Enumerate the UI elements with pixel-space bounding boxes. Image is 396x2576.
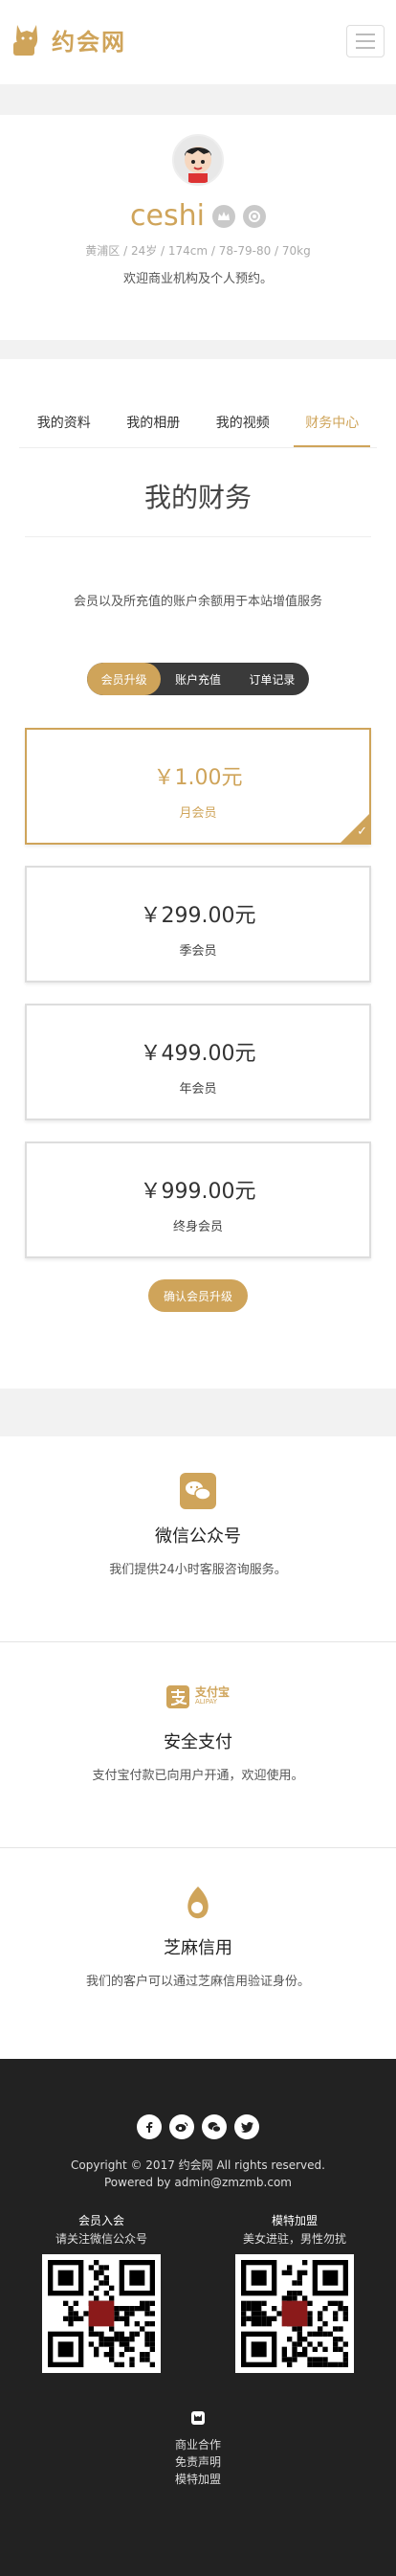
- wechat-icon[interactable]: [202, 2114, 227, 2139]
- qr-code-image: [42, 2254, 161, 2373]
- qr-title: 模特加盟: [271, 2214, 318, 2227]
- alipay-icon: 支付宝 ALIPAY: [160, 1679, 236, 1715]
- plan-price: ￥499.00元: [140, 1042, 256, 1066]
- plan-label: 月会员: [179, 806, 217, 821]
- feature-title: 微信公众号: [155, 1526, 241, 1547]
- qr-model: 模特加盟 美女进驻，男性勿扰: [235, 2212, 354, 2373]
- divider: [25, 536, 371, 537]
- top-bar: 约会网: [0, 0, 396, 84]
- copyright-text: Copyright © 2017 约会网 All rights reserved…: [71, 2158, 325, 2172]
- qr-member: 会员入会 请关注微信公众号: [42, 2212, 161, 2373]
- plan-price: ￥1.00元: [153, 766, 243, 790]
- plan-list: ￥1.00元 月会员 ✓ ￥299.00元 季会员 ￥499.00元 年会员 ￥…: [0, 728, 396, 1258]
- features-section: 微信公众号 我们提供24小时客服咨询服务。 支付宝 ALIPAY 安全支付 支付…: [0, 1436, 396, 2059]
- footer-links: 商业合作 免责声明 模特加盟: [0, 2436, 396, 2488]
- avatar[interactable]: [172, 134, 224, 186]
- cat-logo-icon: [11, 21, 44, 57]
- finance-description: 会员以及所充值的账户余额用于本站增值服务: [73, 595, 322, 609]
- tab-profile[interactable]: 我的资料: [26, 413, 102, 447]
- profile-card: ceshi 黄浦区 / 24岁 / 174cm / 78-79-80 / 70k…: [0, 115, 396, 340]
- qr-subtitle: 请关注微信公众号: [55, 2232, 147, 2246]
- check-icon: ✓: [357, 825, 367, 839]
- site-logo[interactable]: 约会网: [11, 21, 126, 57]
- hamburger-menu-button[interactable]: [346, 25, 385, 57]
- plan-label: 年会员: [179, 1082, 217, 1096]
- footer-logo-icon: [189, 2409, 207, 2427]
- alipay-brand: 支付宝: [194, 1685, 230, 1699]
- weibo-icon[interactable]: [169, 2114, 194, 2139]
- qr-codes: 会员入会 请关注微信公众号 模特加盟 美女进驻，男性勿扰: [0, 2212, 396, 2373]
- feature-desc: 支付宝付款已向用户开通，欢迎使用。: [92, 1769, 304, 1783]
- feature-payment: 支付宝 ALIPAY 安全支付 支付宝付款已向用户开通，欢迎使用。: [0, 1642, 396, 1848]
- crown-icon: [211, 204, 235, 228]
- page-title: 我的财务: [143, 482, 252, 513]
- feature-desc: 我们提供24小时客服咨询服务。: [109, 1563, 287, 1577]
- feature-title: 安全支付: [164, 1732, 232, 1752]
- wechat-icon: [180, 1473, 216, 1509]
- confirm-upgrade-button[interactable]: 确认会员升级: [148, 1279, 248, 1312]
- segment-orders[interactable]: 订单记录: [235, 663, 309, 695]
- segment-control: 会员升级 账户充值 订单记录: [87, 663, 309, 695]
- link-disclaimer[interactable]: 免责声明: [0, 2453, 396, 2471]
- plan-option-lifetime[interactable]: ￥999.00元 终身会员: [25, 1141, 371, 1258]
- finance-panel: 我的资料 我的相册 我的视频 财务中心 我的财务 会员以及所充值的账户余额用于本…: [0, 359, 396, 1389]
- feature-title: 芝麻信用: [164, 1938, 232, 1958]
- qr-code-image: [235, 2254, 354, 2373]
- plan-label: 季会员: [179, 944, 217, 959]
- feature-sesame: 芝麻信用 我们的客户可以通过芝麻信用验证身份。: [0, 1848, 396, 2054]
- profile-intro: 欢迎商业机构及个人预约。: [122, 272, 273, 286]
- link-model-join[interactable]: 模特加盟: [0, 2471, 396, 2488]
- divider: [19, 447, 377, 448]
- hamburger-icon: [356, 34, 375, 35]
- facebook-icon[interactable]: [137, 2114, 162, 2139]
- plan-option-yearly[interactable]: ￥499.00元 年会员: [25, 1004, 371, 1120]
- profile-tabs: 我的资料 我的相册 我的视频 财务中心: [0, 359, 396, 447]
- feature-desc: 我们的客户可以通过芝麻信用验证身份。: [85, 1975, 310, 1989]
- username: ceshi: [130, 199, 205, 233]
- sesame-icon: [180, 1885, 216, 1921]
- plan-label: 终身会员: [172, 1220, 223, 1234]
- link-business[interactable]: 商业合作: [0, 2436, 396, 2453]
- segment-upgrade[interactable]: 会员升级: [87, 663, 162, 695]
- plan-price: ￥299.00元: [140, 904, 256, 928]
- powered-by-text: Powered by admin@zmzmb.com: [103, 2176, 292, 2189]
- vip-icon: [242, 204, 266, 228]
- qr-title: 会员入会: [77, 2214, 124, 2227]
- site-footer: Copyright © 2017 约会网 All rights reserved…: [0, 2059, 396, 2576]
- plan-option-quarterly[interactable]: ￥299.00元 季会员: [25, 866, 371, 983]
- plan-price: ￥999.00元: [140, 1180, 256, 1204]
- segment-recharge[interactable]: 账户充值: [161, 663, 234, 695]
- feature-wechat: 微信公众号 我们提供24小时客服咨询服务。: [0, 1436, 396, 1642]
- twitter-icon[interactable]: [234, 2114, 259, 2139]
- avatar-boy-icon: [185, 147, 211, 183]
- tab-videos[interactable]: 我的视频: [205, 413, 281, 447]
- profile-meta: 黄浦区 / 24岁 / 174cm / 78-79-80 / 70kg: [85, 244, 311, 258]
- tab-finance[interactable]: 财务中心: [294, 413, 371, 447]
- plan-option-monthly[interactable]: ￥1.00元 月会员 ✓: [25, 728, 371, 845]
- qr-subtitle: 美女进驻，男性勿扰: [242, 2232, 346, 2246]
- tab-album[interactable]: 我的相册: [115, 413, 191, 447]
- logo-text: 约会网: [52, 28, 126, 56]
- social-links: [0, 2114, 396, 2139]
